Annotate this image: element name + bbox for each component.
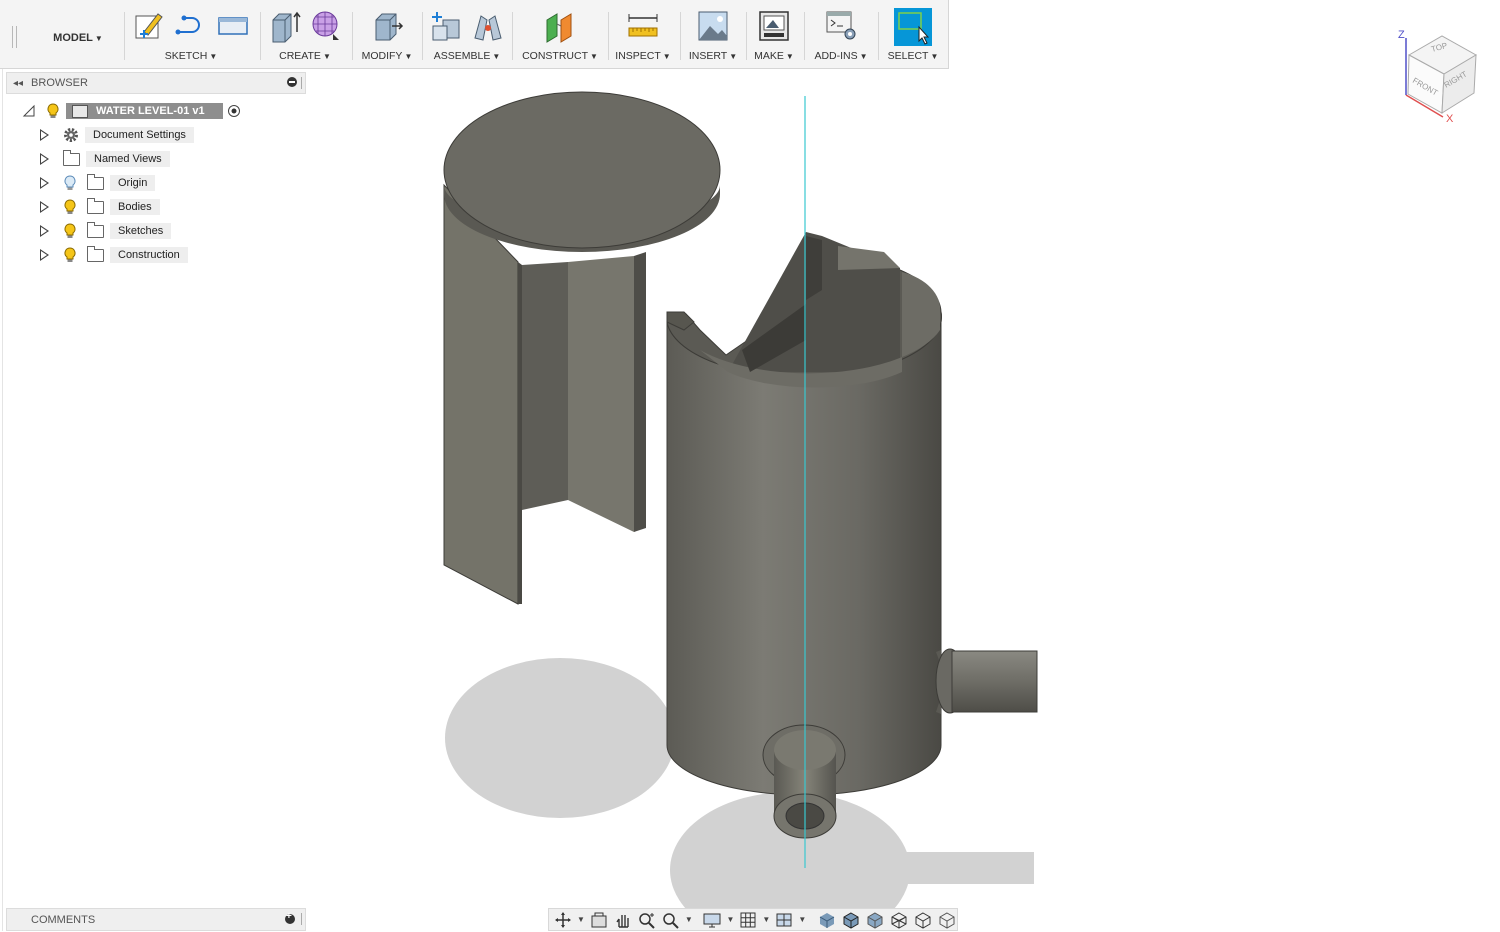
- axis-z-label: Z: [1398, 29, 1405, 41]
- shaded-hidden-icon[interactable]: [865, 911, 885, 929]
- axis-x-label: X: [1446, 113, 1454, 125]
- chevron-down-icon[interactable]: ▼: [762, 915, 770, 924]
- zoom-window-icon[interactable]: [661, 911, 681, 929]
- view-cube[interactable]: TOP FRONT RIGHT Z X: [1398, 29, 1478, 125]
- panel-resize-handle[interactable]: [301, 913, 305, 925]
- pan-icon[interactable]: [613, 911, 633, 929]
- wireframe-icon[interactable]: [889, 911, 909, 929]
- add-comment-icon[interactable]: [285, 911, 295, 924]
- comments-bar: COMMENTS: [6, 908, 306, 931]
- zoom-icon[interactable]: [637, 911, 657, 929]
- housing-body[interactable]: [666, 232, 942, 796]
- comments-title: COMMENTS: [31, 913, 96, 926]
- shaded-edges-icon[interactable]: [841, 911, 861, 929]
- display-settings-icon[interactable]: [702, 911, 722, 929]
- wireframe-visible-icon[interactable]: [937, 911, 957, 929]
- outlet-tube[interactable]: [935, 648, 1038, 714]
- grid-icon[interactable]: [738, 911, 758, 929]
- model-viewport[interactable]: TOP FRONT RIGHT Z X: [0, 0, 1500, 931]
- chevron-down-icon[interactable]: ▼: [726, 915, 734, 924]
- chevron-down-icon[interactable]: ▼: [685, 915, 693, 924]
- chevron-down-icon[interactable]: ▼: [577, 915, 585, 924]
- orbit-icon[interactable]: [553, 911, 573, 929]
- look-at-icon[interactable]: [589, 911, 609, 929]
- shaded-view-icon[interactable]: [817, 911, 837, 929]
- navigation-bar: ▼ ▼ ▼ ▼ ▼: [548, 908, 958, 931]
- wireframe-hidden-icon[interactable]: [913, 911, 933, 929]
- viewports-icon[interactable]: [774, 911, 794, 929]
- chevron-down-icon[interactable]: ▼: [798, 915, 806, 924]
- bottom-nozzle[interactable]: [762, 724, 846, 839]
